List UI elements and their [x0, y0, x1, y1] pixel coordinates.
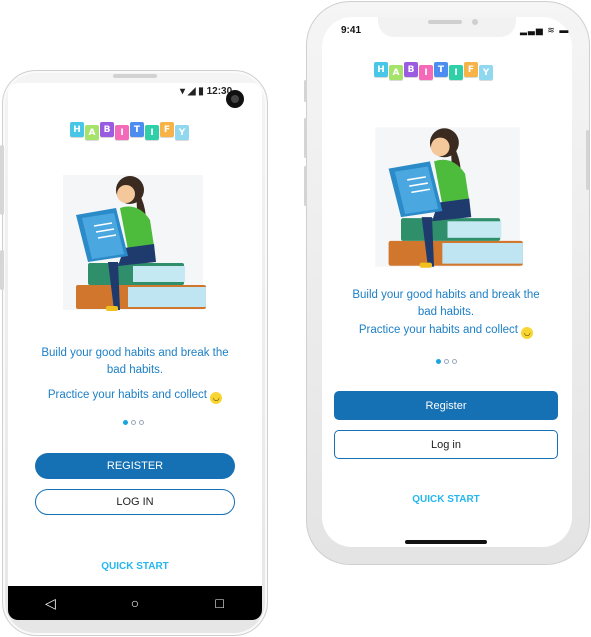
- iphone-screen: [322, 17, 572, 547]
- description-line: Build your good habits and break the: [352, 289, 540, 301]
- logo-letter-tile: A: [389, 65, 403, 80]
- ios-status-icons: ▂▃▅ ≋ ▬: [520, 25, 569, 36]
- description-line-with-emoji: Practice your habits and collect ◡: [22, 387, 248, 404]
- quick-start-link[interactable]: QUICK START: [35, 561, 235, 572]
- front-camera-icon: [226, 90, 244, 108]
- signal-icon: ◢: [187, 86, 196, 97]
- description-line: bad habits.: [417, 306, 475, 318]
- iphone-mute-switch: [304, 80, 307, 102]
- description-line: bad habits.: [106, 364, 164, 376]
- wifi-icon: ≋: [547, 25, 556, 35]
- battery-icon: ▮: [198, 86, 204, 97]
- logo-letter-tile: I: [145, 125, 159, 140]
- android-status-bar: ▾ ◢ ▮ 12:30: [180, 86, 232, 97]
- recents-icon[interactable]: □: [210, 595, 230, 611]
- login-button[interactable]: Log in: [334, 430, 558, 459]
- iphone-speaker: [428, 20, 462, 24]
- logo-letter-tile: B: [100, 122, 114, 137]
- page-dot[interactable]: [436, 359, 441, 364]
- android-page-indicator[interactable]: [123, 420, 144, 425]
- iphone-side-button: [586, 130, 589, 190]
- battery-icon: ▬: [559, 25, 570, 35]
- android-description: Build your good habits and break the bad…: [22, 345, 248, 404]
- smile-icon: ◡: [521, 327, 534, 339]
- page-dot[interactable]: [452, 359, 457, 364]
- home-icon[interactable]: ○: [125, 595, 145, 611]
- page-dot[interactable]: [444, 359, 449, 364]
- iphone-volume-up: [304, 118, 307, 158]
- smile-icon: ◡: [210, 392, 223, 404]
- ios-page-indicator[interactable]: [436, 359, 457, 364]
- register-button[interactable]: REGISTER: [35, 453, 235, 479]
- login-button[interactable]: LOG IN: [35, 489, 235, 515]
- logo-letter-tile: A: [85, 125, 99, 140]
- register-button[interactable]: Register: [334, 391, 558, 420]
- logo-letter-tile: I: [449, 65, 463, 80]
- iphone-camera-icon: [472, 19, 478, 25]
- habitify-logo: HABITIFY: [70, 122, 189, 140]
- android-power-button: [0, 250, 4, 290]
- logo-letter-tile: Y: [479, 65, 493, 80]
- logo-letter-tile: T: [434, 62, 448, 77]
- wifi-icon: ▾: [180, 86, 186, 97]
- home-indicator[interactable]: [405, 540, 487, 544]
- logo-letter-tile: H: [70, 122, 84, 137]
- logo-letter-tile: B: [404, 62, 418, 77]
- status-time: 9:41: [341, 25, 362, 36]
- android-volume-button: [0, 145, 4, 215]
- quick-start-link[interactable]: QUICK START: [334, 494, 558, 505]
- logo-letter-tile: I: [115, 125, 129, 140]
- logo-letter-tile: Y: [175, 125, 189, 140]
- ios-description: Build your good habits and break the bad…: [336, 287, 556, 339]
- page-dot[interactable]: [139, 420, 144, 425]
- signal-icon: ▂▃▅: [520, 25, 544, 35]
- back-icon[interactable]: ◁: [40, 595, 60, 612]
- reading-illustration: [58, 170, 208, 315]
- logo-letter-tile: F: [464, 62, 478, 77]
- page-dot[interactable]: [131, 420, 136, 425]
- logo-letter-tile: I: [419, 65, 433, 80]
- page-dot[interactable]: [123, 420, 128, 425]
- habitify-logo: HABITIFY: [374, 62, 493, 80]
- description-line: Build your good habits and break the: [41, 347, 229, 359]
- description-line-with-emoji: Practice your habits and collect ◡: [336, 322, 556, 339]
- logo-letter-tile: H: [374, 62, 388, 77]
- iphone-volume-down: [304, 166, 307, 206]
- logo-letter-tile: F: [160, 122, 174, 137]
- android-navigation-bar: ◁ ○ □: [8, 586, 262, 620]
- logo-letter-tile: T: [130, 122, 144, 137]
- reading-illustration: [370, 122, 525, 272]
- android-speaker: [113, 74, 157, 78]
